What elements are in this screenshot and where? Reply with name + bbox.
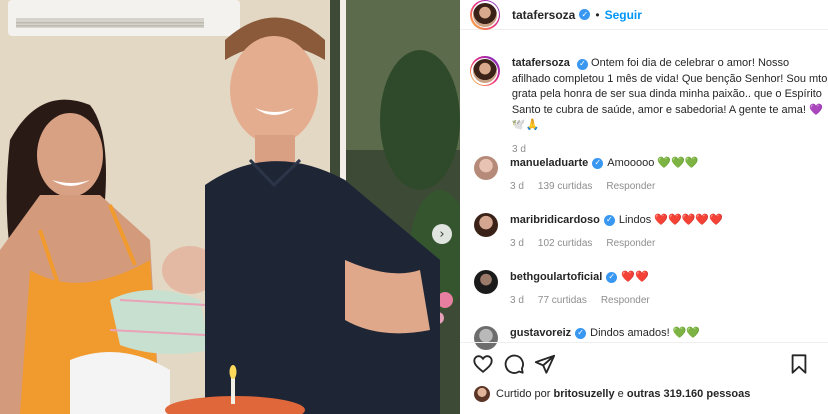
caption-timestamp[interactable]: 3 d: [512, 144, 828, 155]
post-photo-illustration: [0, 0, 460, 414]
verified-badge-icon: ✓: [579, 9, 591, 20]
author-avatar[interactable]: [470, 0, 500, 30]
comment-text: ❤️❤️: [621, 271, 649, 283]
likes-summary: Curtido por britosuzelly e outras 319.16…: [474, 386, 750, 402]
comment-item: bethgoulartoficial ✓ ❤️❤️ 3 d 77 curtida…: [474, 270, 828, 306]
comment-avatar[interactable]: [474, 213, 498, 237]
post-caption: tatafersoza ✓ Ontem foi dia de celebrar …: [470, 56, 828, 155]
author-username[interactable]: tatafersoza: [512, 8, 575, 22]
comment-text: Dindos amados! 💚💚: [590, 327, 701, 339]
liker-avatar[interactable]: [474, 386, 490, 402]
post-action-bar: [460, 342, 828, 386]
carousel-next-button[interactable]: ›: [432, 224, 452, 244]
liker-username[interactable]: britosuzelly: [553, 388, 614, 400]
comment-timestamp[interactable]: 3 d: [510, 181, 524, 192]
instagram-post-view: › tatafersoza ✓ • Seguir tatafersoza ✓ O…: [0, 0, 828, 414]
comment-username[interactable]: maribridicardoso: [510, 213, 600, 227]
comment-text: Lindos ❤️❤️❤️❤️❤️: [618, 214, 723, 226]
likes-connector: e: [617, 388, 624, 400]
comment-timestamp[interactable]: 3 d: [510, 238, 524, 249]
caption-username[interactable]: tatafersoza: [512, 57, 570, 69]
caption-text-block: tatafersoza ✓ Ontem foi dia de celebrar …: [512, 56, 828, 134]
comment-username[interactable]: bethgoulartoficial: [510, 270, 602, 284]
comment-text: Amooooo 💚💚💚: [607, 157, 699, 169]
verified-badge-icon: ✓: [575, 327, 587, 339]
share-icon[interactable]: [534, 353, 556, 375]
comment-username[interactable]: gustavoreiz: [510, 326, 571, 340]
caption-avatar[interactable]: [470, 56, 500, 86]
header-separator: •: [595, 7, 600, 22]
post-sidebar: tatafersoza ✓ • Seguir tatafersoza ✓ Ont…: [460, 0, 828, 414]
verified-badge-icon: ✓: [603, 214, 615, 226]
comment-avatar[interactable]: [474, 156, 498, 180]
comment-likes[interactable]: 102 curtidas: [538, 238, 592, 249]
post-photo[interactable]: ›: [0, 0, 460, 414]
verified-badge-icon: ✓: [576, 58, 588, 70]
verified-badge-icon: ✓: [606, 271, 618, 283]
comment-item: manueladuarte ✓ Amooooo 💚💚💚 3 d 139 curt…: [474, 156, 828, 192]
comment-avatar[interactable]: [474, 270, 498, 294]
comment-likes[interactable]: 139 curtidas: [538, 181, 592, 192]
post-header: tatafersoza ✓ • Seguir: [460, 0, 828, 30]
likes-prefix: Curtido por: [496, 388, 551, 400]
follow-button[interactable]: Seguir: [605, 8, 642, 22]
comment-reply-button[interactable]: Responder: [606, 238, 655, 249]
comment-likes[interactable]: 77 curtidas: [538, 295, 587, 306]
verified-badge-icon: ✓: [592, 157, 604, 169]
likes-others[interactable]: outras 319.160 pessoas: [627, 388, 751, 400]
comment-item: maribridicardoso ✓ Lindos ❤️❤️❤️❤️❤️ 3 d…: [474, 213, 828, 249]
heart-icon[interactable]: [472, 353, 494, 375]
chevron-right-icon: ›: [439, 226, 445, 242]
comment-reply-button[interactable]: Responder: [606, 181, 655, 192]
comment-reply-button[interactable]: Responder: [601, 295, 650, 306]
comment-icon[interactable]: [503, 353, 525, 375]
comment-username[interactable]: manueladuarte: [510, 156, 588, 170]
comment-timestamp[interactable]: 3 d: [510, 295, 524, 306]
bookmark-icon[interactable]: [788, 353, 810, 375]
